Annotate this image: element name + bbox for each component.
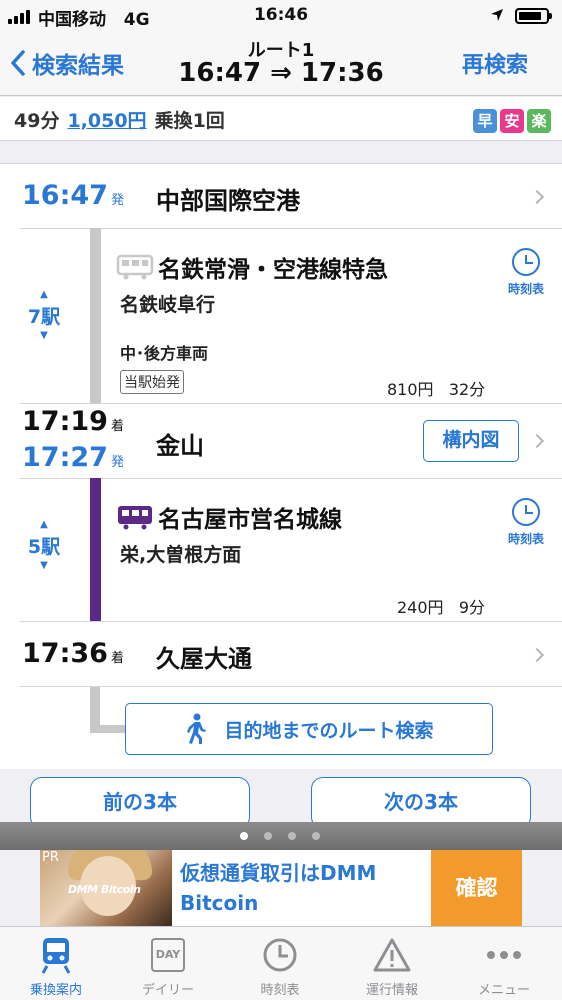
direction-leg1: 名鉄岐阜行 [120,294,216,316]
page-dot [240,832,248,840]
clock-icon [512,248,540,276]
page-dot [264,832,272,840]
line-name-leg1: 名鉄常滑・空港線特急 [116,250,388,284]
route-time-range: 16:47 ⇒ 17:36 [178,58,384,88]
arrival-time: 17:36 着 [22,638,124,669]
ad-image: PR DMM Bitcoin [40,850,172,926]
ad-logo: DMM Bitcoin [68,883,141,896]
fare-duration-leg2: 240円 9分 [397,598,485,617]
page-dot [312,832,320,840]
station-row-transfer[interactable]: 17:19 着 17:27 発 金山 構内図 [0,404,562,478]
status-time: 16:46 [253,5,309,25]
train-icon [41,938,71,974]
clock-icon [263,938,297,972]
chevron-right-icon [529,433,545,449]
badge-fast: 早 [473,109,497,133]
depart-time-transfer: 17:27 発 [22,442,124,473]
battery-icon [515,8,552,24]
station-row-departure[interactable]: 16:47 発 中部国際空港 [0,164,562,228]
chevron-left-icon [11,50,25,76]
clock-icon [512,498,540,526]
nav-bar: 検索結果 ルート1 16:47 ⇒ 17:36 再検索 [0,32,562,96]
route-detail-card: 16:47 発 中部国際空港 ▲ 7駅 ▼ 名鉄常滑・空港線特急 名鉄岐阜行 中･後方… [0,163,562,769]
chevron-right-icon [529,647,545,663]
page-indicator [240,832,320,840]
train-icon [116,254,154,280]
line-bar-meijo [90,478,101,621]
tab-daily[interactable]: DAY デイリー [112,935,224,998]
ad-confirm-button[interactable]: 確認 [431,850,522,926]
badge-easy: 楽 [527,109,551,133]
fare-duration-leg1: 810円 32分 [387,380,486,399]
line-bar-meitetsu [90,228,101,403]
location-arrow-icon [491,9,503,21]
arrival-station: 久屋大通 [156,645,252,673]
origin-tag-leg1: 当駅始発 [120,370,184,394]
tab-timetable[interactable]: 時刻表 [224,935,336,998]
line-name-leg2: 名古屋市営名城線 [116,500,342,534]
route-badges: 早 安 楽 [473,109,551,133]
departure-time: 16:47 発 [22,180,124,211]
tab-service-info[interactable]: 運行情報 [336,935,448,998]
arrive-time-transfer: 17:19 着 [22,406,124,437]
tab-transfer-guide[interactable]: 乗換案内 [0,935,112,998]
station-row-arrival[interactable]: 17:36 着 久屋大通 [0,622,562,686]
total-duration: 49分 [14,110,60,132]
tab-menu[interactable]: メニュー [448,935,560,998]
more-icon [487,951,521,959]
stops-count-leg1[interactable]: ▲ 7駅 ▼ [14,288,74,343]
stops-count-leg2[interactable]: ▲ 5駅 ▼ [14,518,74,573]
tab-bar: 乗換案内 DAY デイリー 時刻表 運行情報 メニュー [0,926,562,1000]
subway-icon [118,506,152,530]
walking-person-icon [187,713,207,744]
destination-route-search-button[interactable]: 目的地までのルート検索 [125,703,493,755]
ad-banner[interactable]: PR DMM Bitcoin 仮想通貨取引はDMM Bitcoin 確認 [40,850,522,926]
departure-station: 中部国際空港 [156,187,300,215]
warning-icon [373,938,411,972]
timetable-button-leg1[interactable]: 時刻表 [501,248,551,297]
status-bar: 中国移动 4G 16:46 [0,0,562,32]
transfer-station: 金山 [156,432,204,460]
research-button[interactable]: 再検索 [462,47,528,79]
page-dot [288,832,296,840]
car-info-leg1: 中･後方車両 [120,344,209,363]
ad-copy: 仮想通貨取引はDMM Bitcoin [180,861,377,915]
day-calendar-icon: DAY [151,938,185,972]
ad-pr-label: PR [42,850,59,865]
transfer-count: 乗換1回 [154,110,225,132]
direction-leg2: 栄,大曽根方面 [120,544,242,566]
timetable-button-leg2[interactable]: 時刻表 [501,498,551,547]
station-map-button[interactable]: 構内図 [423,420,519,462]
badge-cheap: 安 [500,109,524,133]
chevron-right-icon [529,189,545,205]
total-fare-link[interactable]: 1,050円 [67,106,146,133]
back-button[interactable]: 検索結果 [10,46,124,80]
